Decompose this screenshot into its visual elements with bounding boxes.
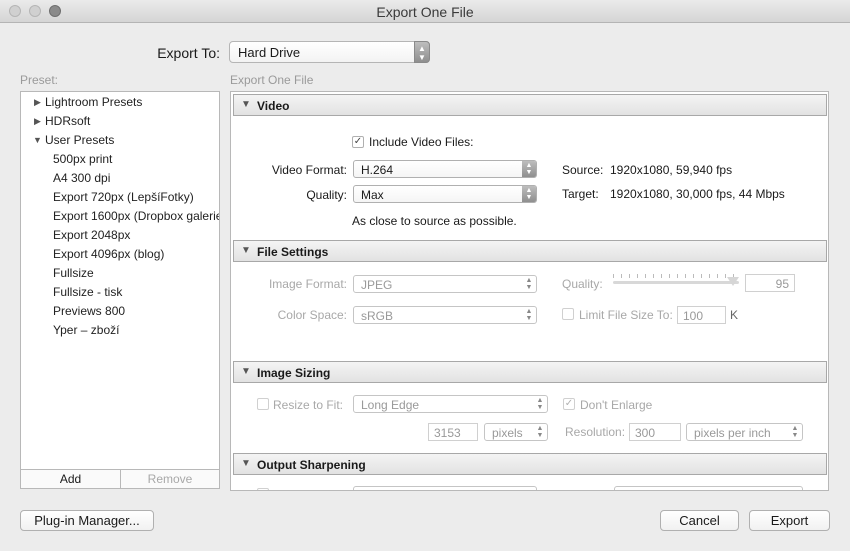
disclosure-down-icon[interactable]: ▼ xyxy=(33,135,42,145)
preset-item[interactable]: Export 1600px (Dropbox galerie xyxy=(53,209,219,223)
image-format-value: JPEG xyxy=(361,278,393,292)
image-format-select[interactable]: JPEG ▲ ▼ xyxy=(353,275,537,293)
color-space-select[interactable]: sRGB ▲ ▼ xyxy=(353,306,537,324)
window-title: Export One File xyxy=(376,4,474,20)
resolution-label: Resolution: xyxy=(565,425,626,439)
section-header-file-settings[interactable]: ▼ File Settings xyxy=(233,240,827,262)
output-sharpening-section xyxy=(231,476,828,490)
video-quality-hint: As close to source as possible. xyxy=(352,214,517,228)
preset-item[interactable]: Export 720px (LepšíFotky) xyxy=(53,190,194,204)
plugin-manager-button[interactable]: Plug-in Manager... xyxy=(20,510,154,531)
preset-label: Preset: xyxy=(20,73,59,87)
preset-item[interactable]: Export 4096px (blog) xyxy=(53,247,164,261)
preset-folder-lightroom[interactable]: Lightroom Presets xyxy=(45,95,142,109)
resize-mode-value: Long Edge xyxy=(361,398,420,412)
section-header-output-sharpening[interactable]: ▼ Output Sharpening xyxy=(233,453,827,475)
image-sizing-section: Resize to Fit: Long Edge ▲ ▼ ✓ Don't Enla… xyxy=(231,384,828,450)
chevron-updown-icon: ▲ ▼ xyxy=(522,161,536,177)
export-to-select[interactable]: Hard Drive ▲ ▼ xyxy=(229,41,430,63)
size-unit-value: pixels xyxy=(492,426,523,440)
video-quality-value: Max xyxy=(361,188,384,202)
preset-folder-user[interactable]: User Presets xyxy=(45,133,114,147)
disclosure-down-icon: ▼ xyxy=(241,99,251,110)
limit-file-size-checkbox[interactable] xyxy=(562,308,574,320)
video-format-label: Video Format: xyxy=(271,163,347,177)
resolution-unit-value: pixels per inch xyxy=(694,426,771,440)
chevron-updown-icon: ▲ ▼ xyxy=(525,308,533,322)
preset-list: ▶ Lightroom Presets ▶ HDRsoft ▼ User Pre… xyxy=(20,91,220,489)
file-settings-section: Image Format: JPEG ▲ ▼ Quality: 95 Color … xyxy=(231,263,828,357)
size-unit-select[interactable]: pixels ▲ ▼ xyxy=(484,423,548,441)
panel-label: Export One File xyxy=(230,73,314,87)
source-value: 1920x1080, 59,940 fps xyxy=(610,163,733,177)
color-space-label: Color Space: xyxy=(277,308,347,322)
file-quality-slider[interactable] xyxy=(613,272,739,292)
slider-thumb[interactable] xyxy=(726,277,739,286)
export-button[interactable]: Export xyxy=(749,510,830,531)
limit-file-size-input[interactable]: 100 xyxy=(677,306,726,324)
chevron-updown-icon: ▲ ▼ xyxy=(525,277,533,291)
sharpen-amount-select[interactable] xyxy=(614,486,803,490)
chevron-updown-icon: ▲ ▼ xyxy=(536,425,544,439)
video-section: ✓ Include Video Files: Video Format: H.2… xyxy=(231,117,828,237)
dont-enlarge-checkbox[interactable]: ✓ xyxy=(563,398,575,410)
chevron-updown-icon: ▲ ▼ xyxy=(791,425,799,439)
video-format-value: H.264 xyxy=(361,163,394,177)
image-format-label: Image Format: xyxy=(268,277,347,291)
chevron-updown-icon: ▲ ▼ xyxy=(414,41,430,63)
size-input[interactable]: 3153 xyxy=(428,423,478,441)
disclosure-down-icon: ▼ xyxy=(241,458,251,469)
preset-item[interactable]: Previews 800 xyxy=(53,304,125,318)
target-label: Target: xyxy=(562,187,599,201)
preset-item[interactable]: Export 2048px xyxy=(53,228,130,242)
video-format-select[interactable]: H.264 ▲ ▼ xyxy=(353,160,537,178)
section-header-image-sizing[interactable]: ▼ Image Sizing xyxy=(233,361,827,383)
preset-item[interactable]: Fullsize xyxy=(53,266,94,280)
disclosure-down-icon: ▼ xyxy=(241,366,251,377)
settings-panel: ▼ Video ✓ Include Video Files: Video For… xyxy=(230,91,829,491)
title-bar: Export One File xyxy=(0,0,850,23)
cancel-button[interactable]: Cancel xyxy=(660,510,739,531)
section-title-image-sizing: Image Sizing xyxy=(257,366,331,380)
file-quality-input[interactable]: 95 xyxy=(745,274,795,292)
section-title-video: Video xyxy=(257,99,290,113)
add-preset-button[interactable]: Add xyxy=(21,470,121,488)
preset-item[interactable]: Yper – zboží xyxy=(53,323,119,337)
resize-to-fit-label: Resize to Fit: xyxy=(273,398,344,412)
sharpen-for-select[interactable] xyxy=(353,486,537,490)
file-quality-label: Quality: xyxy=(562,277,603,291)
include-video-checkbox[interactable]: ✓ xyxy=(352,136,364,148)
color-space-value: sRGB xyxy=(361,309,394,323)
preset-item[interactable]: Fullsize - tisk xyxy=(53,285,122,299)
sharpen-checkbox[interactable] xyxy=(257,488,269,490)
limit-unit-label: K xyxy=(730,308,739,322)
limit-file-size-label: Limit File Size To: xyxy=(579,308,673,322)
export-dialog: Export One File Export To: Hard Drive ▲ ▼… xyxy=(0,0,850,551)
video-quality-label: Quality: xyxy=(306,188,347,202)
disclosure-right-icon[interactable]: ▶ xyxy=(34,97,41,108)
disclosure-right-icon[interactable]: ▶ xyxy=(34,116,41,127)
resize-mode-select[interactable]: Long Edge ▲ ▼ xyxy=(353,395,548,413)
preset-item[interactable]: 500px print xyxy=(53,152,112,166)
dont-enlarge-label: Don't Enlarge xyxy=(580,398,653,412)
preset-folder-hdrsoft[interactable]: HDRsoft xyxy=(45,114,90,128)
resolution-unit-select[interactable]: pixels per inch ▲ ▼ xyxy=(686,423,803,441)
target-value: 1920x1080, 30,000 fps, 44 Mbps xyxy=(610,187,785,201)
remove-preset-button[interactable]: Remove xyxy=(121,470,219,488)
chevron-updown-icon: ▲ ▼ xyxy=(522,186,536,202)
section-title-file-settings: File Settings xyxy=(257,245,329,259)
include-video-label: Include Video Files: xyxy=(369,135,474,149)
disclosure-down-icon: ▼ xyxy=(241,245,251,256)
section-header-video[interactable]: ▼ Video xyxy=(233,94,827,116)
resize-to-fit-checkbox[interactable] xyxy=(257,398,269,410)
chevron-updown-icon: ▲ ▼ xyxy=(536,397,544,411)
source-label: Source: xyxy=(562,163,604,177)
preset-footer: Add Remove xyxy=(21,469,219,488)
export-to-label: Export To: xyxy=(157,45,220,61)
resolution-input[interactable]: 300 xyxy=(629,423,681,441)
preset-item[interactable]: A4 300 dpi xyxy=(53,171,110,185)
export-to-value: Hard Drive xyxy=(238,45,301,60)
video-quality-select[interactable]: Max ▲ ▼ xyxy=(353,185,537,203)
section-title-output-sharpening: Output Sharpening xyxy=(257,458,366,472)
